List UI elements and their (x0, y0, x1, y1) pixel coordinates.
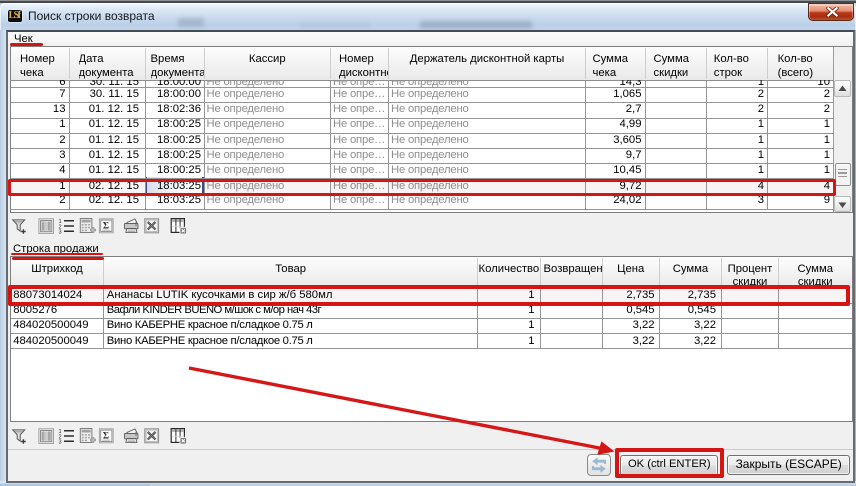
svg-text:3: 3 (59, 229, 62, 234)
svg-text:3: 3 (59, 440, 62, 445)
